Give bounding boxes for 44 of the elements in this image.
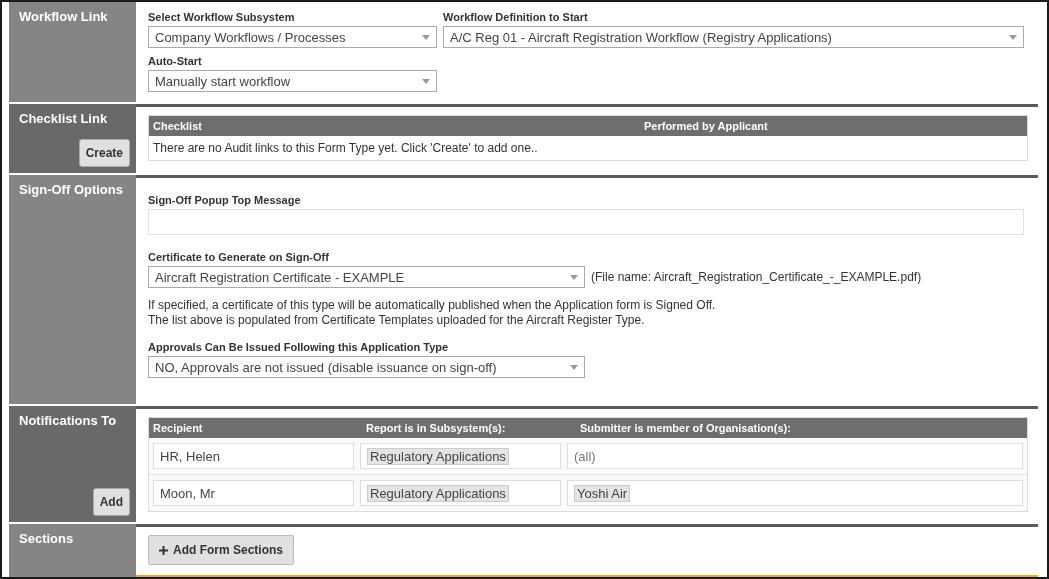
message-input-field[interactable] bbox=[148, 209, 1024, 235]
dropdown-field[interactable]: Manually start workflow bbox=[148, 70, 437, 92]
organisation-tag: Yoshi Air bbox=[574, 484, 631, 502]
file-name-text: (File name: Aircraft_Registration_Certificate_-_EXAMPLE.pdf) bbox=[591, 270, 922, 284]
placeholder-text: (all) bbox=[574, 448, 596, 464]
subsystem-tag: Regulatory Applications bbox=[367, 447, 509, 465]
section-title: Sections bbox=[19, 531, 74, 546]
field-label: Sign-Off Popup Top Message bbox=[148, 194, 301, 206]
recipient-field[interactable]: HR, Helen bbox=[153, 443, 354, 469]
dropdown-caret-icon bbox=[570, 364, 578, 370]
column-header: Submitter is member of Organisation(s): bbox=[579, 422, 791, 434]
dropdown-field[interactable]: A/C Reg 01 - Aircraft Registration Workflow (Registry Applications) bbox=[443, 26, 1024, 48]
field-label: Approvals Can Be Issued Following this Application Type bbox=[148, 341, 449, 353]
section-title: Sign-Off Options bbox=[19, 182, 123, 197]
dropdown-caret-icon bbox=[422, 78, 430, 84]
add-button[interactable]: Add bbox=[92, 488, 130, 516]
subsystem-field[interactable]: Regulatory Applications bbox=[360, 443, 561, 469]
section-title: Checklist Link bbox=[19, 111, 108, 126]
column-header: Report is in Subsystem(s): bbox=[365, 422, 507, 434]
dropdown-field[interactable]: NO, Approvals are not issued (disable issuance on sign-off) bbox=[148, 356, 585, 378]
dropdown-field[interactable]: Aircraft Registration Certificate - EXAMPLE bbox=[148, 266, 585, 288]
dropdown-caret-icon bbox=[422, 34, 430, 40]
column-header: Performed by Applicant bbox=[643, 120, 768, 132]
field-label: Select Workflow Subsystem bbox=[148, 11, 295, 23]
dropdown-field[interactable]: Company Workflows / Processes bbox=[148, 26, 437, 48]
help-text: If specified, a certificate of this type will be automatically published when the Application form is Signed Off. The list above is populated from Certificate Templates uploaded for the Aircraft Register Type. bbox=[148, 298, 717, 328]
recipient-field[interactable]: Moon, Mr bbox=[153, 480, 354, 506]
field-label: Workflow Definition to Start bbox=[443, 11, 588, 23]
section-title: Workflow Link bbox=[19, 9, 108, 24]
subsystem-field[interactable]: Regulatory Applications bbox=[360, 480, 561, 506]
field-label: Certificate to Generate on Sign-Off bbox=[148, 251, 329, 263]
empty-message: There are no Audit links to this Form Type yet. Click 'Create' to add one.. bbox=[152, 140, 539, 157]
plus-icon bbox=[159, 545, 168, 555]
add-form-sections-button[interactable]: Add Form Sections bbox=[148, 535, 294, 565]
field-label: Auto-Start bbox=[148, 55, 202, 67]
create-button[interactable]: Create bbox=[78, 139, 130, 167]
organisation-field[interactable]: Yoshi Air bbox=[567, 480, 1023, 506]
column-header: Checklist bbox=[152, 120, 203, 132]
dropdown-caret-icon bbox=[570, 274, 578, 280]
column-header: Recipient bbox=[152, 422, 204, 434]
section-title: Notifications To bbox=[19, 413, 117, 428]
dropdown-caret-icon bbox=[1009, 34, 1017, 40]
subsystem-tag: Regulatory Applications bbox=[367, 484, 509, 502]
organisation-field[interactable]: (all) bbox=[567, 443, 1023, 469]
